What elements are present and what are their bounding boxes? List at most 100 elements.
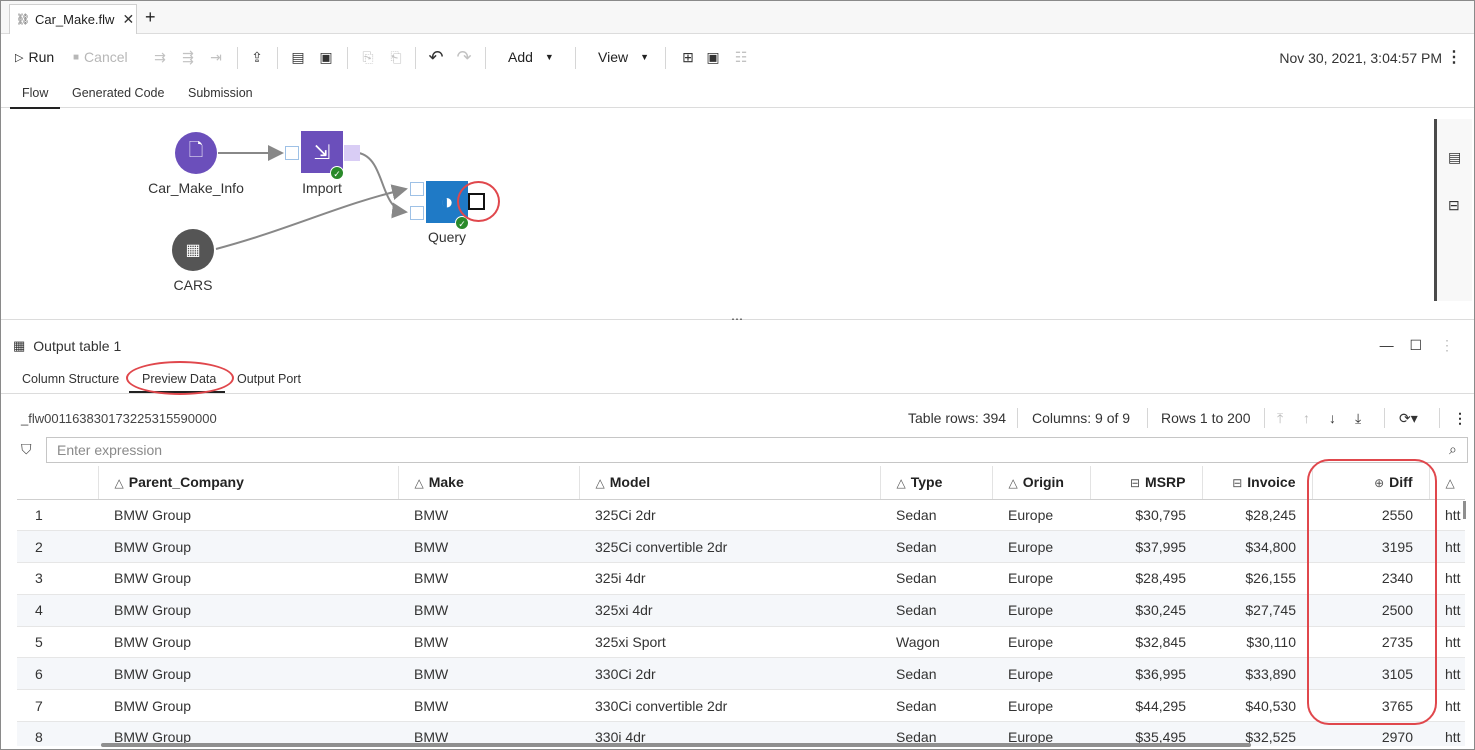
column-header-type[interactable]: △ Type [880, 466, 993, 500]
copy-icon[interactable]: ⎘ [359, 48, 377, 66]
table-row[interactable]: 5 BMW Group BMW 325xi Sport Wagon Europe $32,8… [17, 626, 1465, 659]
table-row[interactable]: 3 BMW Group BMW 325i 4dr Sedan Europe $28,495 $… [17, 562, 1465, 595]
table-cell: BMW [398, 626, 579, 659]
run-button[interactable]: ▷ Run [15, 49, 54, 65]
table-cell: BMW Group [98, 594, 398, 627]
highlight-rectangle [1307, 459, 1437, 725]
flow-canvas[interactable]: 🗋 Car_Make_Info ⇲ ✓ Import ▦ CARS ◑ ✓ Qu… [1, 109, 1474, 321]
currency-column-icon: ⊟ [1232, 476, 1243, 491]
tab-column-structure[interactable]: Column Structure [22, 372, 119, 386]
column-header-make[interactable]: △ Make [398, 466, 580, 500]
table-row[interactable]: 2 BMW Group BMW 325Ci convertible 2dr Sedan E… [17, 530, 1465, 564]
cancel-button[interactable]: ■ Cancel [73, 49, 128, 65]
table-cell: Europe [992, 530, 1090, 564]
import-output-port[interactable] [344, 145, 360, 161]
table-cell: htt [1429, 721, 1465, 746]
table-cell: BMW Group [98, 657, 398, 691]
filter-expression-input[interactable]: Enter expression [46, 437, 1468, 463]
view-tabs: Flow Generated Code Submission [1, 81, 1474, 109]
paste-icon[interactable]: ⎗ [387, 48, 405, 66]
minimize-icon[interactable]: — [1380, 337, 1394, 353]
more-options-icon[interactable]: ⋮ [1453, 410, 1467, 427]
table-cell: Europe [992, 594, 1090, 627]
redo-icon[interactable]: ↷ [455, 48, 473, 66]
column-header-origin[interactable]: △ Origin [992, 466, 1091, 500]
table-source-node[interactable]: ▦ [172, 229, 214, 271]
properties-icon[interactable]: ▤ [1448, 149, 1461, 166]
import-input-port[interactable] [285, 146, 299, 160]
table-cell: $40,530 [1202, 689, 1312, 723]
save-as-icon[interactable]: ▣ [317, 48, 335, 66]
fit-icon[interactable]: ▣ [704, 48, 722, 66]
filter-icon[interactable]: ⛉ [21, 441, 32, 458]
view-menu-button[interactable]: View ▼ [598, 49, 649, 65]
table-cell: $30,110 [1202, 626, 1312, 659]
last-page-icon[interactable]: ⤓ [1355, 410, 1361, 427]
output-title-text: Output table 1 [33, 338, 122, 354]
table-row[interactable]: 7 BMW Group BMW 330Ci convertible 2dr Sedan E… [17, 689, 1465, 723]
tab-submission[interactable]: Submission [188, 86, 253, 100]
data-grid[interactable]: △ Parent_Company △ Make △ Model △ Type △ Orig… [17, 466, 1465, 746]
table-cell: $34,800 [1202, 530, 1312, 564]
table-cell: 330Ci convertible 2dr [579, 689, 880, 723]
save-icon[interactable]: ▤ [289, 48, 307, 66]
search-icon[interactable]: ⌕ [1449, 441, 1457, 458]
add-tab-icon[interactable]: + [145, 7, 156, 28]
table-cell: BMW [398, 689, 579, 723]
query-input-port-2[interactable] [410, 206, 424, 220]
tab-generated-code[interactable]: Generated Code [72, 86, 164, 100]
run-step-icon[interactable]: ⇉ [151, 48, 169, 66]
upload-icon[interactable]: ⇪ [248, 48, 266, 66]
first-page-icon[interactable]: ⤒ [1277, 410, 1283, 427]
add-menu-button[interactable]: Add ▼ [508, 49, 554, 65]
character-column-icon: △ [595, 476, 605, 491]
run-from-node-icon[interactable]: ⇶ [179, 48, 197, 66]
table-icon: ▦ [185, 242, 201, 259]
table-details-icon[interactable]: ⊟ [1448, 197, 1460, 214]
view-label: View [598, 49, 629, 65]
output-panel-title: ▦ Output table 1 [13, 338, 121, 354]
vertical-scrollbar[interactable] [1463, 501, 1466, 519]
grid-icon[interactable]: ☷ [732, 48, 750, 66]
undo-icon[interactable]: ↶ [427, 48, 445, 66]
more-options-icon[interactable]: ⋮ [1446, 47, 1462, 67]
table-cell: 2970 [1312, 721, 1429, 746]
table-cell: $26,155 [1202, 562, 1312, 595]
table-cell: BMW Group [98, 499, 398, 532]
column-header-model[interactable]: △ Model [579, 466, 881, 500]
more-options-icon[interactable]: ⋮ [1440, 337, 1454, 353]
character-column-icon: △ [114, 476, 124, 491]
tab-output-port[interactable]: Output Port [237, 372, 301, 386]
table-cell: BMW Group [98, 562, 398, 595]
close-icon[interactable]: ✕ [122, 11, 134, 28]
table-icon: ▦ [13, 338, 26, 353]
file-tab[interactable]: ⛓ Car_Make.flw ✕ [9, 4, 137, 34]
horizontal-scrollbar[interactable] [101, 743, 1251, 747]
layout-icon[interactable]: ⊞ [679, 48, 697, 66]
table-cell: 325Ci convertible 2dr [579, 530, 880, 564]
table-row[interactable]: 4 BMW Group BMW 325xi 4dr Sedan Europe $30,245… [17, 594, 1465, 627]
table-cell: $28,495 [1090, 562, 1202, 595]
table-cell: Europe [992, 499, 1090, 532]
table-cell: BMW Group [98, 530, 398, 564]
table-cell: BMW [398, 657, 579, 691]
maximize-icon[interactable]: ☐ [1410, 337, 1423, 353]
query-input-port-1[interactable] [410, 182, 424, 196]
column-header-invoice[interactable]: ⊟ Invoice [1202, 466, 1313, 500]
splitter-handle-icon[interactable]: ⋯ [731, 312, 744, 326]
table-cell: Europe [992, 562, 1090, 595]
node-label-import: Import [302, 180, 342, 196]
column-header-parent-company[interactable]: △ Parent_Company [98, 466, 399, 500]
character-column-icon: △ [1008, 476, 1018, 491]
table-cell: BMW [398, 594, 579, 627]
refresh-icon[interactable]: ⟳▾ [1399, 410, 1418, 427]
table-row[interactable]: 6 BMW Group BMW 330Ci 2dr Sedan Europe $36,995… [17, 657, 1465, 691]
run-to-node-icon[interactable]: ⇥ [207, 48, 225, 66]
next-page-icon[interactable]: ↓ [1329, 410, 1336, 426]
file-source-node[interactable]: 🗋 [175, 132, 217, 174]
row-number-cell: 8 [17, 721, 98, 746]
table-row[interactable]: 1 BMW Group BMW 325Ci 2dr Sedan Europe $30,795… [17, 499, 1465, 532]
tab-flow[interactable]: Flow [9, 86, 62, 109]
previous-page-icon[interactable]: ↑ [1303, 410, 1310, 426]
column-header-msrp[interactable]: ⊟ MSRP [1090, 466, 1203, 500]
